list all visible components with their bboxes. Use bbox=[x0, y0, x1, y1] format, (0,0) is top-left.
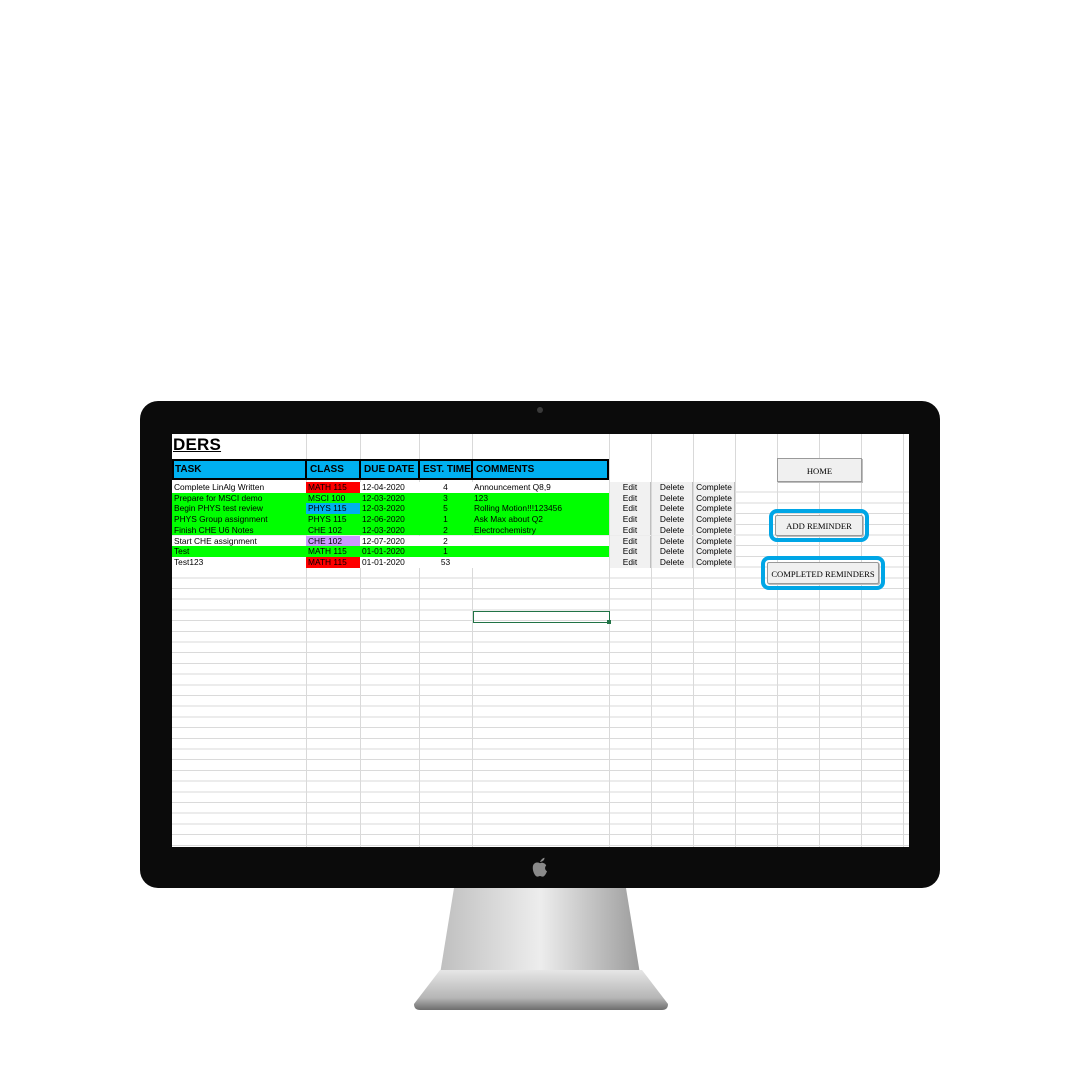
delete-button[interactable]: Delete bbox=[652, 535, 693, 547]
est-time-cell[interactable]: 53 bbox=[419, 557, 472, 568]
fill-handle[interactable] bbox=[607, 620, 611, 624]
table-row: Test123 MATH 115 01-01-2020 53 bbox=[172, 556, 609, 568]
delete-button[interactable]: Delete bbox=[652, 524, 693, 536]
delete-button[interactable]: Delete bbox=[652, 482, 693, 493]
due-date-cell[interactable]: 12-07-2020 bbox=[360, 536, 419, 547]
table-row: Test MATH 115 01-01-2020 1 bbox=[172, 546, 609, 557]
edit-button[interactable]: Edit bbox=[610, 514, 651, 525]
class-cell[interactable]: CHE 102 bbox=[306, 535, 360, 547]
complete-button[interactable]: Complete bbox=[694, 492, 735, 504]
due-date-cell[interactable]: 01-01-2020 bbox=[360, 557, 419, 568]
column-header-due-date: DUE DATE bbox=[361, 459, 420, 480]
edit-button[interactable]: Edit bbox=[610, 492, 651, 504]
due-date-cell[interactable]: 12-03-2020 bbox=[360, 525, 419, 536]
column-header-task: TASK bbox=[172, 459, 307, 480]
selected-cell[interactable] bbox=[473, 611, 610, 623]
delete-button[interactable]: Delete bbox=[652, 556, 693, 568]
delete-button[interactable]: Delete bbox=[652, 546, 693, 557]
table-row: Prepare for MSCI demo MSCI 100 12-03-2020 3… bbox=[172, 492, 609, 504]
apple-logo-icon bbox=[532, 857, 547, 877]
delete-button[interactable]: Delete bbox=[652, 492, 693, 504]
comment-cell[interactable]: Electrochemistry bbox=[472, 525, 609, 536]
monitor-stand-base bbox=[414, 970, 668, 1010]
table-row: Start CHE assignment CHE 102 12-07-2020 2 bbox=[172, 535, 609, 547]
camera-icon bbox=[537, 407, 543, 413]
complete-button[interactable]: Complete bbox=[694, 535, 735, 547]
complete-button[interactable]: Complete bbox=[694, 482, 735, 493]
edit-button[interactable]: Edit bbox=[610, 556, 651, 568]
comment-cell[interactable] bbox=[472, 546, 609, 557]
comment-cell[interactable] bbox=[472, 557, 609, 568]
column-header-est-time: EST. TIME bbox=[420, 459, 473, 480]
task-cell[interactable]: Start CHE assignment bbox=[172, 536, 306, 547]
add-reminder-button[interactable]: ADD REMINDER bbox=[769, 509, 869, 542]
complete-button[interactable]: Complete bbox=[694, 503, 735, 515]
est-time-cell[interactable]: 3 bbox=[419, 493, 472, 504]
est-time-cell[interactable]: 1 bbox=[419, 546, 472, 557]
due-date-cell[interactable]: 12-03-2020 bbox=[360, 493, 419, 504]
comment-cell[interactable]: Ask Max about Q2 bbox=[472, 514, 609, 525]
due-date-cell[interactable]: 12-03-2020 bbox=[360, 503, 419, 514]
spreadsheet-screen: DERS TASK CLASS DUE DATE EST. TIME COMME… bbox=[172, 434, 909, 847]
task-cell[interactable]: Finish CHE U6 Notes bbox=[172, 525, 306, 536]
est-time-cell[interactable]: 2 bbox=[419, 525, 472, 536]
table-row: Complete LinAlg Written MATH 115 12-04-202… bbox=[172, 482, 609, 493]
edit-button[interactable]: Edit bbox=[610, 524, 651, 536]
delete-button[interactable]: Delete bbox=[652, 514, 693, 525]
edit-button[interactable]: Edit bbox=[610, 503, 651, 515]
complete-button[interactable]: Complete bbox=[694, 546, 735, 557]
task-cell[interactable]: Test bbox=[172, 546, 306, 557]
due-date-cell[interactable]: 12-04-2020 bbox=[360, 482, 419, 493]
comment-cell[interactable] bbox=[472, 536, 609, 547]
edit-button[interactable]: Edit bbox=[610, 482, 651, 493]
due-date-cell[interactable]: 12-06-2020 bbox=[360, 514, 419, 525]
comment-cell[interactable]: Announcement Q8,9 bbox=[472, 482, 609, 493]
delete-button[interactable]: Delete bbox=[652, 503, 693, 515]
comment-cell[interactable]: Rolling Motion!!!123456 bbox=[472, 503, 609, 514]
class-cell[interactable]: MATH 115 bbox=[306, 482, 360, 493]
est-time-cell[interactable]: 4 bbox=[419, 482, 472, 493]
complete-button[interactable]: Complete bbox=[694, 524, 735, 536]
table-row: PHYS Group assignment PHYS 115 12-06-2020 1… bbox=[172, 514, 609, 525]
task-cell[interactable]: Prepare for MSCI demo bbox=[172, 493, 306, 504]
complete-button[interactable]: Complete bbox=[694, 556, 735, 568]
edit-button[interactable]: Edit bbox=[610, 546, 651, 557]
edit-button[interactable]: Edit bbox=[610, 535, 651, 547]
monitor-stand-neck bbox=[440, 888, 640, 974]
due-date-cell[interactable]: 01-01-2020 bbox=[360, 546, 419, 557]
column-header-class: CLASS bbox=[307, 459, 361, 480]
table-row: Finish CHE U6 Notes CHE 102 12-03-2020 2 Ele… bbox=[172, 524, 609, 536]
est-time-cell[interactable]: 1 bbox=[419, 514, 472, 525]
class-cell[interactable]: MATH 115 bbox=[306, 556, 360, 568]
complete-button[interactable]: Complete bbox=[694, 514, 735, 525]
class-cell[interactable]: MATH 115 bbox=[306, 546, 360, 557]
task-cell[interactable]: Test123 bbox=[172, 557, 306, 568]
home-button[interactable]: HOME bbox=[777, 458, 862, 482]
task-cell[interactable]: Begin PHYS test review bbox=[172, 503, 306, 514]
table-row: Begin PHYS test review PHYS 115 12-03-2020… bbox=[172, 503, 609, 515]
task-cell[interactable]: Complete LinAlg Written bbox=[172, 482, 306, 493]
column-header-comments: COMMENTS bbox=[476, 464, 535, 475]
completed-reminders-button[interactable]: COMPLETED REMINDERS bbox=[761, 556, 885, 590]
class-cell[interactable]: MSCI 100 bbox=[306, 492, 360, 504]
class-cell[interactable]: PHYS 115 bbox=[306, 503, 360, 515]
comment-cell[interactable]: 123 bbox=[472, 493, 609, 504]
class-cell[interactable]: PHYS 115 bbox=[306, 514, 360, 525]
class-cell[interactable]: CHE 102 bbox=[306, 524, 360, 536]
est-time-cell[interactable]: 2 bbox=[419, 536, 472, 547]
sheet-title: DERS bbox=[173, 435, 222, 454]
task-cell[interactable]: PHYS Group assignment bbox=[172, 514, 306, 525]
est-time-cell[interactable]: 5 bbox=[419, 503, 472, 514]
